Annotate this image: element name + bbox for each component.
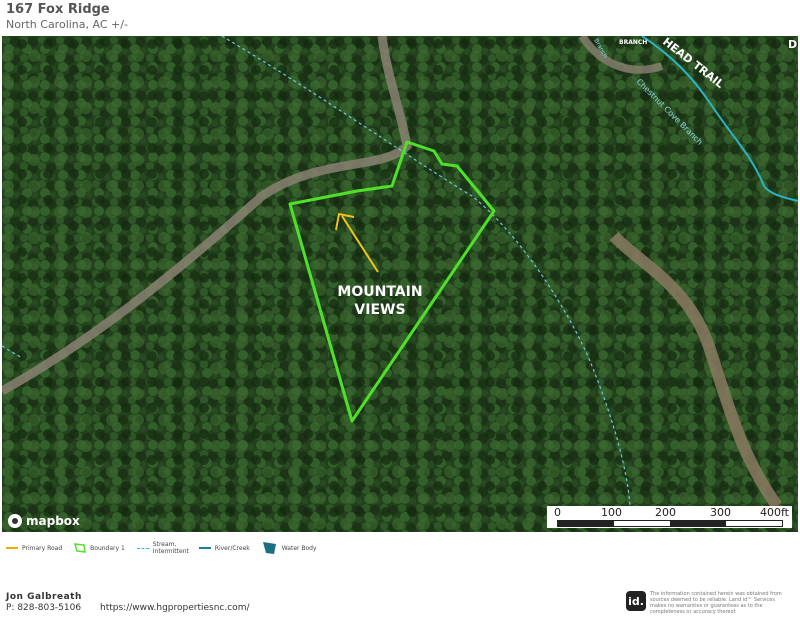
agent-contact: Jon Galbreath P: 828-803-5106 <box>6 592 82 614</box>
scale-label: 400ft <box>760 506 789 519</box>
scale-label: 0 <box>554 506 561 519</box>
agent-website-link[interactable]: https://www.hgpropertiesnc.com/ <box>100 603 250 613</box>
line-icon <box>6 547 18 549</box>
satellite-map[interactable]: BRANCH HEAD TRAIL D Chestnut Cove Branch… <box>2 36 798 532</box>
map-header: 167 Fox Ridge North Carolina, AC +/- <box>6 2 128 32</box>
road-label: BRANCH <box>619 39 647 46</box>
mapbox-logo-icon <box>8 514 22 528</box>
scale-label: 100 <box>601 506 622 519</box>
property-subtitle: North Carolina, AC +/- <box>6 18 128 31</box>
scale-label: 300 <box>710 506 731 519</box>
agent-name: Jon Galbreath <box>6 592 82 602</box>
mapbox-label: mapbox <box>26 514 80 528</box>
land-id-branding: id. The information contained herein was… <box>626 591 790 615</box>
legend-item-stream: Stream, Intermittent <box>136 541 189 555</box>
legend-label: Primary Road <box>22 544 63 552</box>
scale-ruler <box>557 520 783 527</box>
legend-label: Water Body <box>281 544 317 552</box>
land-id-logo-icon: id. <box>626 591 646 611</box>
polygon-icon <box>74 543 87 553</box>
scale-labels: 0 100 200 300 400ft <box>547 506 792 519</box>
legend-label: River/Creek <box>214 544 250 552</box>
legend-item-river: River/Creek <box>198 544 250 552</box>
dashed-line-icon <box>136 547 149 549</box>
legend-label: Boundary 1 <box>90 544 125 552</box>
annotation-line-1: MOUNTAIN <box>337 284 423 300</box>
polygon-icon <box>262 542 276 554</box>
scale-bar: 0 100 200 300 400ft <box>547 506 792 528</box>
annotation-line-2: VIEWS <box>354 302 406 318</box>
agent-phone: P: 828-803-5106 <box>6 603 82 613</box>
scale-label: 200 <box>655 506 676 519</box>
legend-item-water-body: Water Body <box>262 541 317 555</box>
legend-label: Stream, Intermittent <box>152 541 189 555</box>
disclaimer-text: The information contained herein was obt… <box>650 591 782 615</box>
property-title: 167 Fox Ridge <box>6 2 110 17</box>
mapbox-attribution[interactable]: mapbox <box>8 514 80 528</box>
legend-item-boundary: Boundary 1 <box>74 543 125 553</box>
line-icon <box>198 547 211 549</box>
map-legend: Primary Road Boundary 1 Stream, Intermit… <box>6 540 329 556</box>
mountain-views-annotation: MOUNTAIN VIEWS <box>332 283 428 319</box>
legend-item-primary-road: Primary Road <box>6 545 62 552</box>
road-label: D <box>788 38 797 51</box>
